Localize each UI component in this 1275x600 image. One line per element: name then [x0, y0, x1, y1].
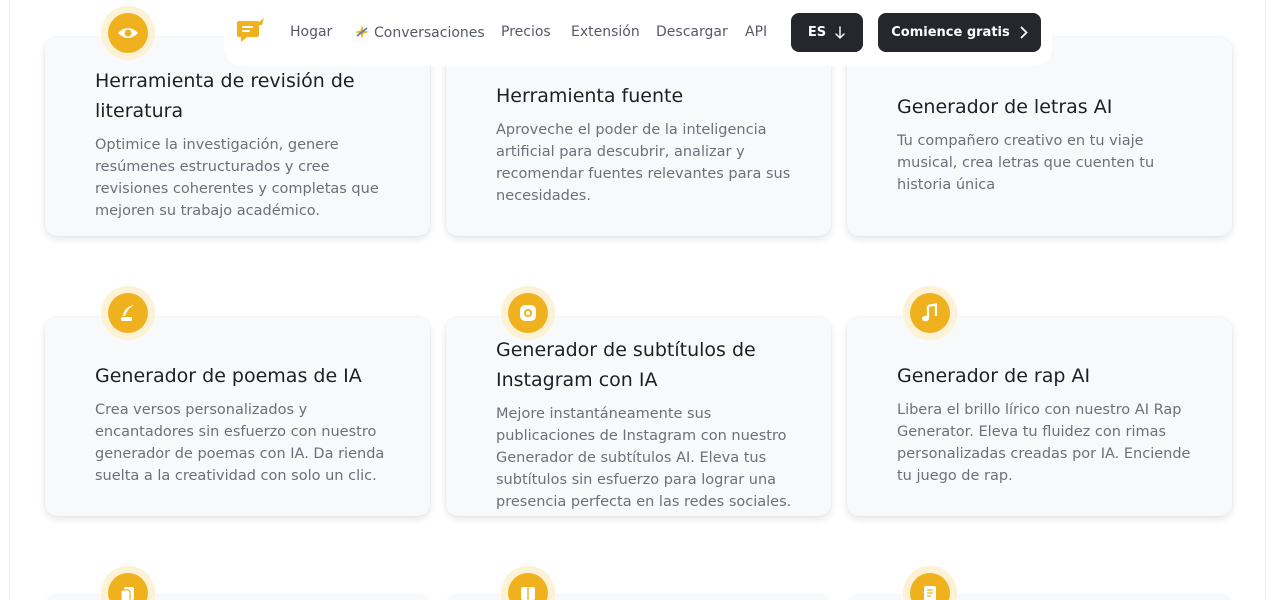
language-label: ES [807, 25, 827, 40]
card-title: Herramienta fuente [496, 85, 684, 107]
tool-card[interactable]: Herramienta de revisión de literatura Op… [45, 37, 430, 236]
book-icon [501, 566, 555, 600]
tool-card[interactable]: Generador de rap AI Libera el brillo lír… [847, 317, 1232, 516]
eye-icon [101, 6, 155, 60]
card-description: Crea versos personalizados y encantadore… [95, 402, 385, 484]
card-description: Aproveche el poder de la inteligencia ar… [496, 122, 791, 204]
page-border-right [1265, 0, 1266, 600]
page-border-left [9, 0, 10, 600]
instagram-icon [501, 286, 555, 340]
cta-label: Comience gratis [891, 25, 1010, 40]
tool-card[interactable]: Generador de poemas de IA Crea versos pe… [45, 317, 430, 516]
nav-link-download[interactable]: Descargar [656, 24, 728, 40]
card-description: Mejore instantáneamente sus publicacione… [496, 406, 792, 510]
notes-icon [903, 566, 957, 600]
top-navigation: Hogar Conversaciones Precios Extensión D… [224, 0, 1052, 66]
card-title: Generador de rap AI [897, 365, 1091, 387]
brand-logo[interactable] [236, 16, 266, 46]
nav-link-pricing[interactable]: Precios [501, 24, 551, 40]
arrow-down-icon [835, 25, 845, 39]
card-title: Generador de poemas de IA [95, 365, 362, 387]
card-description: Libera el brillo lírico con nuestro AI R… [897, 402, 1191, 484]
quill-icon [101, 286, 155, 340]
card-title: Herramienta de revisión de literatura [95, 70, 355, 122]
sparkle-icon [355, 25, 369, 39]
chevron-right-icon [1020, 26, 1028, 39]
card-description: Tu compañero creativo en tu viaje musica… [897, 133, 1155, 193]
nav-link-conversations[interactable]: Conversaciones [354, 24, 485, 41]
music-note-icon [903, 286, 957, 340]
tool-card[interactable]: Generador de letras AI Tu compañero crea… [847, 37, 1232, 236]
document-copy-icon [101, 566, 155, 600]
card-title: Generador de letras AI [897, 96, 1113, 118]
get-started-button[interactable]: Comience gratis [878, 13, 1041, 52]
tool-card[interactable]: Generador de subtítulos de Instagram con… [446, 317, 831, 516]
nav-link-extension[interactable]: Extensión [571, 24, 640, 40]
card-title: Generador de subtítulos de Instagram con… [496, 339, 756, 391]
nav-link-api[interactable]: API [745, 24, 767, 40]
nav-link-label: Conversaciones [374, 25, 485, 41]
language-selector-button[interactable]: ES [791, 13, 863, 52]
nav-link-home[interactable]: Hogar [290, 24, 332, 40]
tool-card[interactable]: Herramienta fuente Aproveche el poder de… [446, 37, 831, 236]
card-description: Optimice la investigación, genere resúme… [95, 137, 379, 219]
